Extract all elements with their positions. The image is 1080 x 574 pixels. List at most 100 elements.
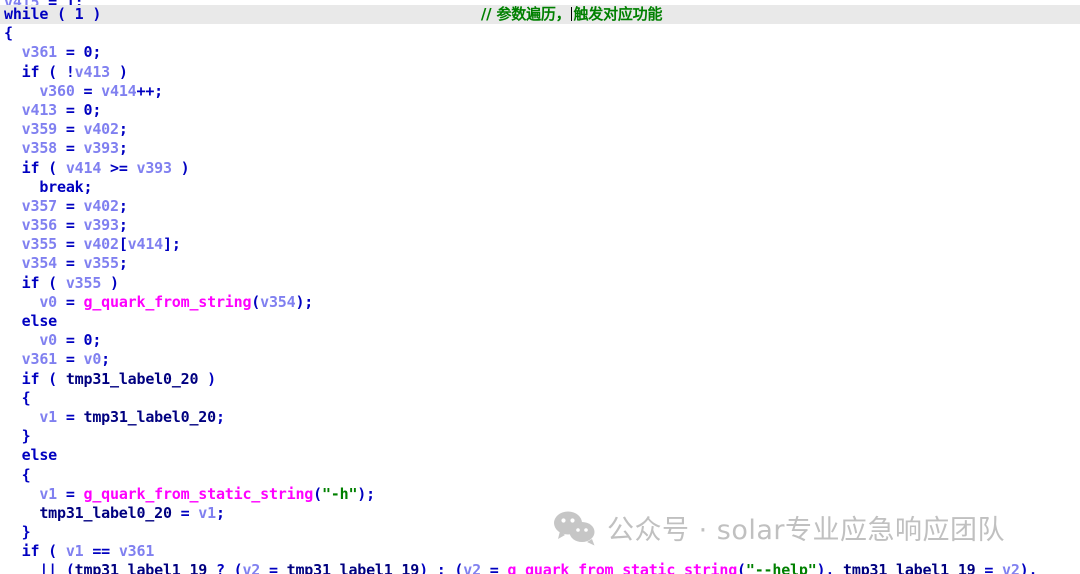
code-token-function[interactable]: g_quark_from_static_string	[507, 561, 737, 574]
code-token-punct: ? (	[207, 561, 243, 574]
code-token-var: v355	[65, 273, 102, 292]
code-token-identifier[interactable]: tmp31_label1_19	[843, 561, 976, 574]
code-token-punct: );	[295, 292, 314, 311]
code-token-identifier[interactable]: tmp31_label0_20	[39, 504, 172, 522]
code-token-var: v358	[21, 139, 58, 158]
code-line[interactable]: }	[0, 523, 1080, 542]
code-line-current[interactable]: while ( 1 ) // 参数遍历， 触发对应功能	[0, 5, 1080, 25]
code-line[interactable]: if ( !v413 )	[0, 63, 1080, 82]
code-token-keyword: while	[4, 5, 49, 23]
code-token-var: v402	[83, 120, 120, 139]
code-token-punct: (	[251, 292, 261, 311]
code-line[interactable]: {	[0, 389, 1080, 408]
code-line[interactable]: else	[0, 446, 1080, 465]
code-token-var: v393	[83, 216, 120, 235]
code-token-punct: )	[198, 369, 216, 388]
code-comment-suffix: 触发对应功能	[573, 5, 663, 23]
code-token-var: v402	[83, 196, 120, 215]
code-token-punct: ;	[101, 350, 111, 369]
code-token-punct: ;	[92, 43, 102, 62]
code-token-punct: (	[39, 273, 66, 292]
code-line[interactable]: v0 = g_quark_from_string(v354);	[0, 293, 1080, 312]
code-token-punct: =	[57, 139, 84, 158]
code-token-var: v354	[260, 292, 296, 311]
code-token-function[interactable]: g_quark_from_string	[84, 293, 252, 311]
code-token-punct: =	[57, 254, 84, 273]
code-line[interactable]: {	[0, 466, 1080, 485]
code-line[interactable]: v0 = 0;	[0, 331, 1080, 350]
code-token-var: v361	[118, 542, 155, 561]
code-token-var: v355	[83, 254, 120, 273]
code-line[interactable]: v361 = v0;	[0, 350, 1080, 369]
code-line[interactable]: }	[0, 427, 1080, 446]
code-token-punct: =	[975, 561, 1002, 574]
code-token-var: v357	[21, 196, 58, 215]
code-token-var: v0	[39, 331, 57, 350]
code-token-punct: ;	[118, 254, 128, 273]
code-token-keyword: else	[21, 312, 58, 330]
code-line[interactable]: v360 = v414++;	[0, 82, 1080, 101]
code-line[interactable]: if ( v414 >= v393 )	[0, 159, 1080, 178]
code-token-punct: ;	[118, 216, 128, 235]
code-token-brace: {	[4, 465, 31, 484]
code-line[interactable]: v413 = 0;	[0, 101, 1080, 120]
code-token-punct: ;	[215, 503, 225, 522]
code-token-punct: ;	[83, 177, 93, 196]
code-line[interactable]: if ( tmp31_label0_20 )	[0, 370, 1080, 389]
code-token-keyword: if	[21, 62, 40, 81]
code-token-var: v413	[74, 62, 111, 81]
code-token-punct: =	[260, 561, 287, 574]
code-line[interactable]: v358 = v393;	[0, 139, 1080, 158]
code-token-identifier[interactable]: tmp31_label0_20	[66, 370, 199, 388]
code-token-keyword: if	[21, 273, 40, 292]
code-token-punct: )	[110, 62, 128, 81]
code-token-var: v1	[198, 503, 216, 522]
code-token-punct: =	[57, 235, 84, 254]
code-line[interactable]: else	[0, 312, 1080, 331]
code-token-keyword: break	[39, 177, 84, 196]
code-line[interactable]: v357 = v402;	[0, 197, 1080, 216]
code-line[interactable]: v354 = v355;	[0, 254, 1080, 273]
code-line[interactable]: break;	[0, 178, 1080, 197]
code-line[interactable]: v356 = v393;	[0, 216, 1080, 235]
pseudocode-view[interactable]: v415 = 1; while ( 1 ) // 参数遍历，触发对应功能 { v…	[0, 0, 1080, 574]
code-token-punct: ==	[83, 542, 119, 561]
code-token-identifier[interactable]: tmp31_label1_19	[287, 561, 420, 574]
code-line[interactable]: if ( v355 )	[0, 274, 1080, 293]
code-token-var: v354	[21, 254, 58, 273]
code-token-var: v414	[101, 81, 137, 100]
code-token-punct: =	[57, 196, 84, 215]
code-line[interactable]: v355 = v402[v414];	[0, 235, 1080, 254]
code-line[interactable]: tmp31_label0_20 = v1;	[0, 504, 1080, 523]
code-token-punct: =	[57, 407, 84, 426]
code-line[interactable]: || (tmp31_label1_19 ? (v2 = tmp31_label1…	[0, 561, 1080, 574]
code-line[interactable]: {	[0, 24, 1080, 43]
code-token-var: v361	[21, 43, 58, 62]
code-line[interactable]: v359 = v402;	[0, 120, 1080, 139]
code-token-punct: ;	[215, 407, 225, 426]
code-token-punct: =	[171, 503, 199, 522]
code-token-identifier[interactable]: tmp31_label1_19	[75, 561, 208, 574]
code-token-var: v414	[65, 158, 102, 177]
code-token-var: v359	[21, 120, 58, 139]
code-line[interactable]: v1 = tmp31_label0_20;	[0, 408, 1080, 427]
code-token-punct: =	[57, 292, 84, 311]
code-line[interactable]: v1 = g_quark_from_static_string("-h");	[0, 485, 1080, 504]
code-token-keyword: else	[21, 446, 58, 465]
code-line[interactable]: if ( v1 == v361	[0, 542, 1080, 561]
code-token-var: v356	[21, 216, 58, 235]
code-token-punct: =	[74, 81, 102, 100]
code-token-identifier[interactable]: tmp31_label0_20	[84, 408, 217, 426]
code-line[interactable]: v361 = 0;	[0, 43, 1080, 62]
code-token-var: v2	[1002, 561, 1020, 574]
code-token-function[interactable]: g_quark_from_static_string	[84, 485, 314, 503]
code-token-punct: ),	[816, 561, 844, 574]
